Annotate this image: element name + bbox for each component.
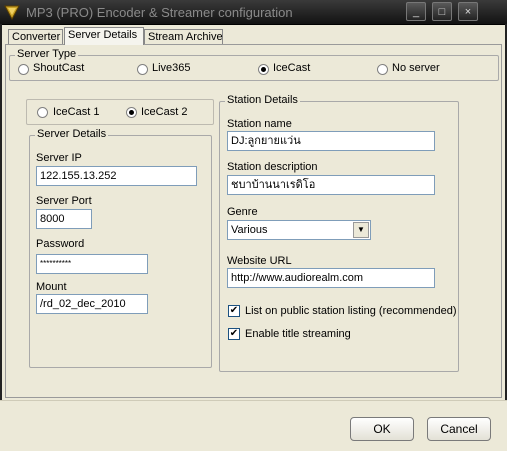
station-details-group: Station Details Station name DJ:ลูกยายแว… [219, 94, 459, 372]
cancel-button[interactable]: Cancel [427, 417, 491, 441]
title-streaming-label: Enable title streaming [245, 328, 351, 340]
genre-label: Genre [227, 206, 258, 218]
tab-stream-archive[interactable]: Stream Archive [144, 29, 223, 44]
server-type-group: Server Type ShoutCast Live365 IceCast No… [9, 48, 499, 81]
window-border-left [0, 24, 2, 450]
station-description-label: Station description [227, 161, 318, 173]
genre-value: Various [231, 224, 268, 236]
minimize-button[interactable]: _ [406, 2, 426, 21]
website-url-field[interactable]: http://www.audiorealm.com [227, 268, 435, 288]
radio-live365[interactable] [137, 64, 148, 75]
radio-icecast[interactable] [258, 64, 269, 75]
server-type-legend: Server Type [15, 48, 79, 60]
radio-live365-label: Live365 [152, 62, 191, 74]
radio-icecast1-label: IceCast 1 [53, 106, 100, 118]
list-public-checkbox[interactable]: ✔ [228, 305, 240, 317]
radio-shoutcast[interactable] [18, 64, 29, 75]
server-port-label: Server Port [36, 195, 92, 207]
radio-icecast-label: IceCast [273, 62, 311, 74]
tab-panel: Server Type ShoutCast Live365 IceCast No… [5, 44, 502, 398]
radio-icecast1[interactable] [37, 107, 48, 118]
ok-button[interactable]: OK [350, 417, 414, 441]
server-ip-field[interactable]: 122.155.13.252 [36, 166, 197, 186]
window-title: MP3 (PRO) Encoder & Streamer configurati… [26, 5, 293, 20]
list-public-label: List on public station listing (recommen… [245, 305, 457, 317]
radio-icecast2-label: IceCast 2 [141, 106, 188, 118]
server-ip-label: Server IP [36, 152, 82, 164]
radio-icecast2[interactable] [126, 107, 137, 118]
website-url-label: Website URL [227, 255, 292, 267]
icecast-version-group: IceCast 1 IceCast 2 [26, 99, 214, 125]
title-bar: MP3 (PRO) Encoder & Streamer configurati… [0, 0, 507, 25]
mount-label: Mount [36, 281, 67, 293]
server-details-legend: Server Details [35, 128, 109, 140]
station-name-label: Station name [227, 118, 292, 130]
dialog-footer: OK Cancel [0, 400, 507, 451]
close-button[interactable]: × [458, 2, 478, 21]
genre-dropdown[interactable]: Various ▼ [227, 220, 371, 240]
radio-shoutcast-label: ShoutCast [33, 62, 85, 74]
password-label: Password [36, 238, 85, 250]
station-details-legend: Station Details [225, 94, 300, 106]
tab-converter[interactable]: Converter [8, 29, 63, 44]
station-description-field[interactable]: ชบาบ้านนาเรดิโอ [227, 175, 435, 195]
tab-server-details[interactable]: Server Details [64, 27, 144, 45]
server-details-group: Server Details Server IP 122.155.13.252 … [29, 128, 212, 368]
server-port-field[interactable]: 8000 [36, 209, 92, 229]
radio-no-server[interactable] [377, 64, 388, 75]
password-field[interactable]: ********** [36, 254, 148, 274]
app-logo-icon [4, 5, 20, 20]
radio-no-server-label: No server [392, 62, 440, 74]
station-name-field[interactable]: DJ:ลูกยายแว่น [227, 131, 435, 151]
mount-field[interactable]: /rd_02_dec_2010 [36, 294, 148, 314]
maximize-button[interactable]: □ [432, 2, 452, 21]
chevron-down-icon[interactable]: ▼ [353, 222, 369, 238]
title-streaming-checkbox[interactable]: ✔ [228, 328, 240, 340]
